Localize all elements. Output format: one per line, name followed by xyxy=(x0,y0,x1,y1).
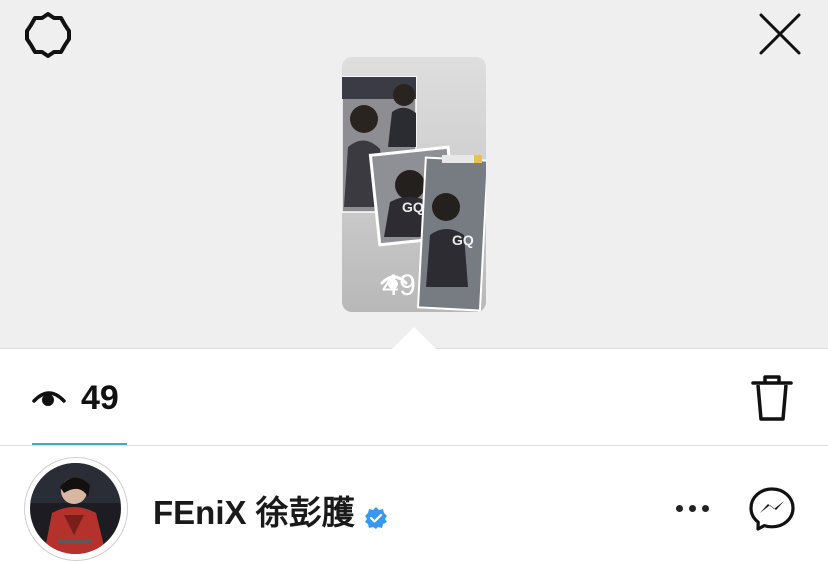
thumbnail-pointer xyxy=(392,327,436,349)
username[interactable]: FEniX 徐彭臒 xyxy=(153,486,355,534)
more-horizontal-icon[interactable] xyxy=(674,496,710,520)
close-icon[interactable] xyxy=(756,12,804,58)
story-thumbnail[interactable]: GQ GQ 49 xyxy=(342,57,486,312)
trash-icon[interactable] xyxy=(750,373,794,423)
verified-badge-icon xyxy=(364,499,387,529)
viewer-list-item[interactable]: FEniX 徐彭臒 xyxy=(0,446,828,561)
eye-icon xyxy=(31,383,67,414)
story-viewer-header: GQ GQ 49 xyxy=(0,0,828,348)
avatar[interactable] xyxy=(24,457,128,561)
messenger-icon[interactable] xyxy=(748,486,796,532)
stats-bar: 49 xyxy=(0,349,828,445)
svg-text:GQ: GQ xyxy=(402,199,424,215)
viewer-username-row[interactable]: FEniX 徐彭臒 xyxy=(153,486,387,534)
story-view-count: 49 xyxy=(380,269,416,303)
views-count: 49 xyxy=(81,378,119,417)
views-tab[interactable]: 49 xyxy=(31,375,119,421)
gear-icon[interactable] xyxy=(23,12,73,58)
svg-text:GQ: GQ xyxy=(452,232,474,248)
